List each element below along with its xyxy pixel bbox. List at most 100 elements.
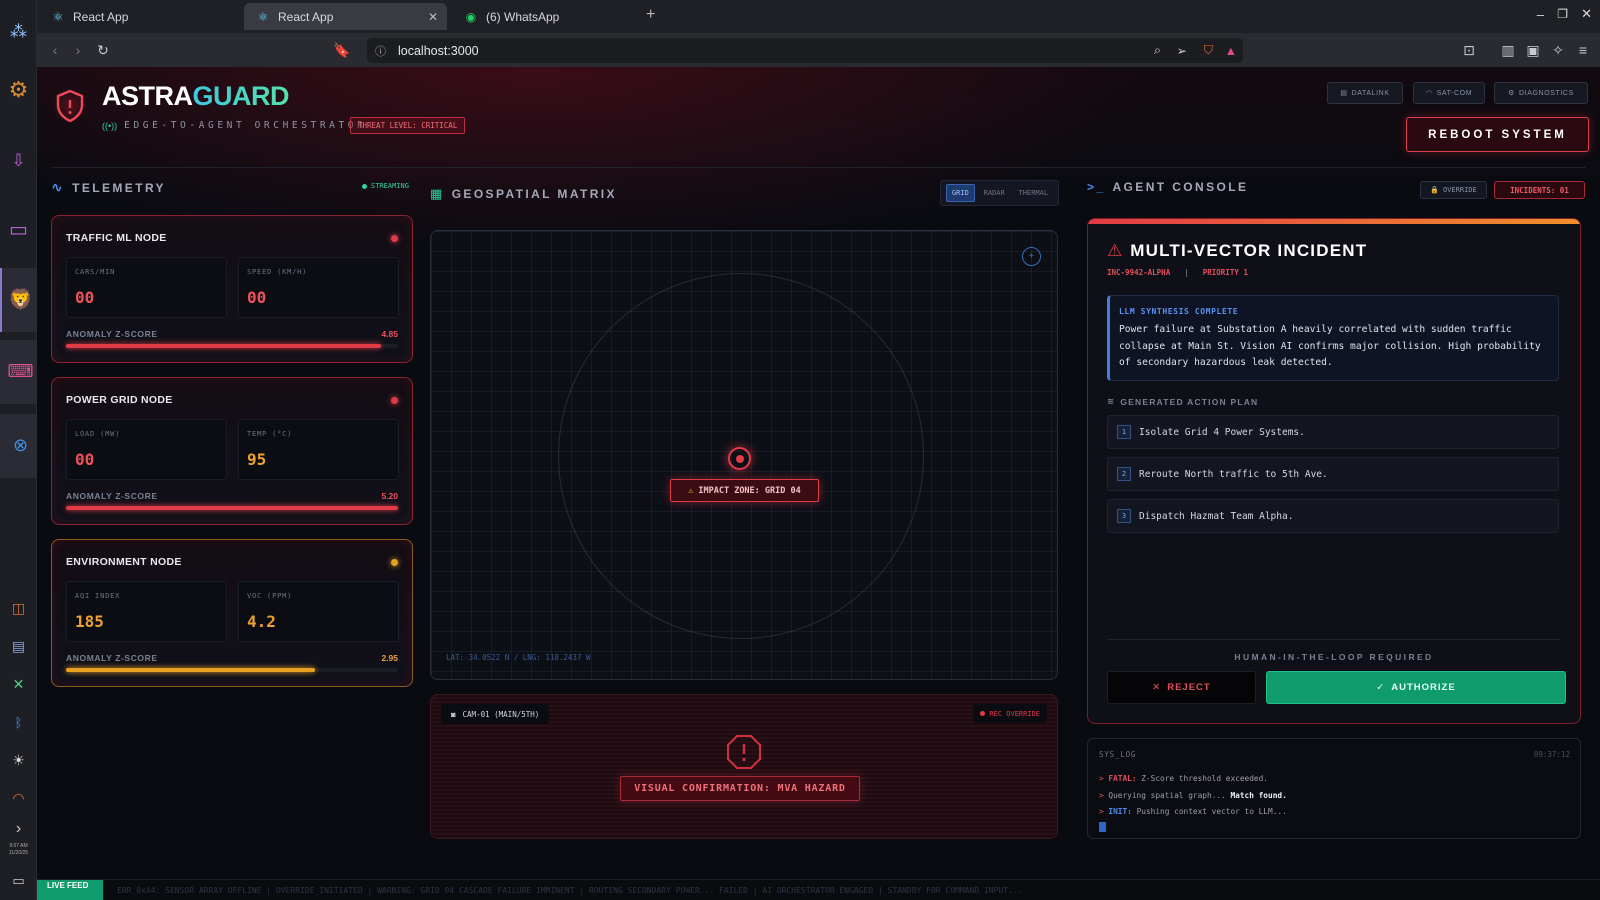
tab-react-app-active[interactable]: ⚛ React App ✕ [244, 3, 447, 30]
dock-vscode-tile[interactable]: ⊗ [0, 414, 37, 478]
expand-chevron-icon[interactable]: › [4, 814, 33, 843]
action-step[interactable]: 2 Reroute North traffic to 5th Ave. [1107, 457, 1559, 491]
telemetry-card[interactable]: POWER GRID NODE LOAD (MW) 00 TEMP (°C) 95 ANO… [51, 377, 413, 525]
hitl-required-label: HUMAN-IN-THE-LOOP REQUIRED [1234, 652, 1434, 662]
anomaly-bar-fill [66, 506, 398, 510]
leo-ai-icon[interactable]: ✧ [1548, 40, 1568, 60]
tab-react-app-1[interactable]: ⚛ React App [39, 3, 239, 30]
cast-icon[interactable]: ◫ [4, 594, 33, 623]
reload-button[interactable]: ↻ [93, 40, 113, 60]
new-tab-button[interactable]: + [646, 6, 655, 24]
authorize-button[interactable]: ✓ AUTHORIZE [1266, 671, 1566, 704]
metric-box: AQI INDEX 185 [66, 581, 227, 642]
reboot-system-button[interactable]: REBOOT SYSTEM [1406, 117, 1589, 152]
mute-icon[interactable]: ✕ [4, 670, 33, 699]
anomaly-bar-fill [66, 668, 315, 672]
agent-console-title-text: AGENT CONSOLE [1112, 180, 1249, 194]
wifi-icon[interactable]: ◠ [4, 784, 33, 813]
reject-button[interactable]: ✕ REJECT [1107, 671, 1256, 704]
metric-label: LOAD (MW) [75, 430, 121, 438]
impact-marker[interactable] [728, 447, 751, 470]
url-bar[interactable]: ⓘ localhost:3000 ⌕ ➢ ⛉ ▲ [367, 38, 1243, 63]
metric-value: 4.2 [247, 612, 276, 631]
download-icon[interactable]: ⇩ [4, 146, 33, 175]
satcom-label: SAT-COM [1436, 89, 1473, 97]
app-launcher-icon[interactable]: ⁂ [4, 17, 33, 46]
visual-confirmation-alert: VISUAL CONFIRMATION: MVA HAZARD [620, 776, 860, 801]
show-desktop-icon[interactable]: ▭ [4, 866, 33, 895]
settings-gear-icon[interactable]: ⚙ [4, 75, 33, 104]
system-clock[interactable]: 9:57 AM 11/20/25 [0, 843, 37, 857]
folder-icon[interactable]: ▭ [4, 215, 33, 244]
clock-date: 11/20/25 [8, 850, 29, 856]
log-text: Z-Score threshold exceeded. [1136, 774, 1268, 783]
metric-label: SPEED (KM/H) [247, 268, 308, 276]
datalink-button[interactable]: ▤ DATALINK [1327, 82, 1403, 104]
terminal-prompt-icon: >_ [1087, 180, 1106, 194]
mode-thermal-button[interactable]: THERMAL [1014, 185, 1054, 201]
brave-rewards-icon[interactable]: ▲ [1225, 44, 1237, 58]
live-feed-ticker: LIVE FEED ERR_0x44: SENSOR ARRAY OFFLINE… [37, 879, 1600, 900]
brave-shields-icon[interactable]: ⛉ [1204, 43, 1213, 58]
menu-icon[interactable]: ≡ [1573, 40, 1593, 60]
close-window-button[interactable]: ✕ [1581, 6, 1592, 22]
synthesis-text: Power failure at Substation A heavily co… [1119, 324, 1541, 368]
anomaly-label: ANOMALY Z-SCORE [66, 491, 158, 501]
rec-override-label: REC OVERRIDE [989, 709, 1040, 718]
map-mode-switch: GRID RADAR THERMAL [940, 180, 1059, 206]
back-button[interactable]: ‹ [45, 40, 65, 60]
action-step[interactable]: 1 Isolate Grid 4 Power Systems. [1107, 415, 1559, 449]
tab-label: React App [73, 9, 129, 24]
telemetry-card[interactable]: TRAFFIC ML NODE CARS/MIN 00 SPEED (KM/H) 00 A… [51, 215, 413, 363]
minimize-window-button[interactable]: – [1537, 7, 1544, 22]
dock-brave-tile[interactable]: 🦁 [0, 268, 37, 332]
mode-radar-button[interactable]: RADAR [979, 185, 1010, 201]
telemetry-card[interactable]: ENVIRONMENT NODE AQI INDEX 185 VOC (PPM) 4.2… [51, 539, 413, 687]
geospatial-map[interactable]: + ⚠ IMPACT ZONE: GRID 04 LAT: 34.0522 N … [430, 230, 1058, 680]
restore-window-button[interactable]: ❐ [1557, 7, 1568, 21]
streaming-label: STREAMING [371, 182, 409, 190]
node-title: POWER GRID NODE [66, 394, 173, 406]
brand-part-guard: GUARD [192, 81, 290, 111]
satcom-button[interactable]: ◠ SAT-COM [1413, 82, 1485, 104]
diagnostics-button[interactable]: ⚙ DIAGNOSTICS [1494, 82, 1588, 104]
log-tag: FATAL: [1108, 774, 1137, 783]
incident-panel: ⚠ MULTI-VECTOR INCIDENT INC-9942-ALPHA |… [1087, 218, 1581, 724]
anomaly-value: 5.20 [381, 491, 398, 501]
anomaly-label: ANOMALY Z-SCORE [66, 653, 158, 663]
geospatial-title: ▦ GEOSPATIAL MATRIX [430, 186, 617, 202]
zoom-icon[interactable]: ⌕ [1154, 43, 1161, 58]
close-tab-icon[interactable]: ✕ [428, 10, 438, 24]
activity-pulse-icon: ∿ [51, 179, 66, 195]
ticker-text: ERR_0x44: SENSOR ARRAY OFFLINE | OVERRID… [117, 886, 1023, 895]
impact-zone-text: IMPACT ZONE: GRID 04 [698, 485, 801, 496]
tab-whatsapp[interactable]: ◉ (6) WhatsApp [452, 3, 642, 30]
sidebar-toggle-icon[interactable]: ▥ [1498, 40, 1518, 60]
action-step[interactable]: 3 Dispatch Hazmat Team Alpha. [1107, 499, 1559, 533]
crosshair-icon[interactable]: + [1022, 247, 1041, 266]
metric-value: 00 [247, 288, 267, 307]
threat-level-badge: THREAT LEVEL: CRITICAL [350, 117, 466, 134]
geospatial-title-text: GEOSPATIAL MATRIX [451, 187, 617, 201]
x-icon: ✕ [1152, 682, 1162, 693]
bookmark-icon[interactable]: 🔖 [332, 40, 352, 60]
dock-terminal-tile[interactable]: ⌨ [0, 340, 37, 404]
bluetooth-icon[interactable]: ᛒ [4, 708, 33, 737]
clipboard-icon[interactable]: ▤ [4, 632, 33, 661]
brightness-icon[interactable]: ☀ [4, 746, 33, 775]
node-title: TRAFFIC ML NODE [66, 232, 167, 244]
site-info-icon[interactable]: ⓘ [375, 43, 386, 59]
diagnostics-label: DIAGNOSTICS [1519, 89, 1574, 97]
camera-feed[interactable]: ◙ CAM-01 (MAIN/5TH) REC OVERRIDE VISUAL … [430, 694, 1058, 839]
screenshot-icon[interactable]: ⊡ [1459, 40, 1479, 60]
rec-override-badge: REC OVERRIDE [973, 704, 1047, 723]
brand-subtitle-row: ((•)) EDGE-TO-AGENT ORCHESTRATOR [102, 120, 366, 131]
forward-button[interactable]: › [68, 40, 88, 60]
wallet-icon[interactable]: ▣ [1523, 40, 1543, 60]
override-button[interactable]: 🔒 OVERRIDE [1420, 181, 1487, 199]
brand-title: ASTRAGUARD [102, 81, 289, 112]
url-text: localhost:3000 [398, 43, 479, 58]
vscode-icon: ⊗ [12, 435, 29, 455]
send-icon[interactable]: ➢ [1177, 43, 1187, 58]
mode-grid-button[interactable]: GRID [945, 184, 975, 202]
